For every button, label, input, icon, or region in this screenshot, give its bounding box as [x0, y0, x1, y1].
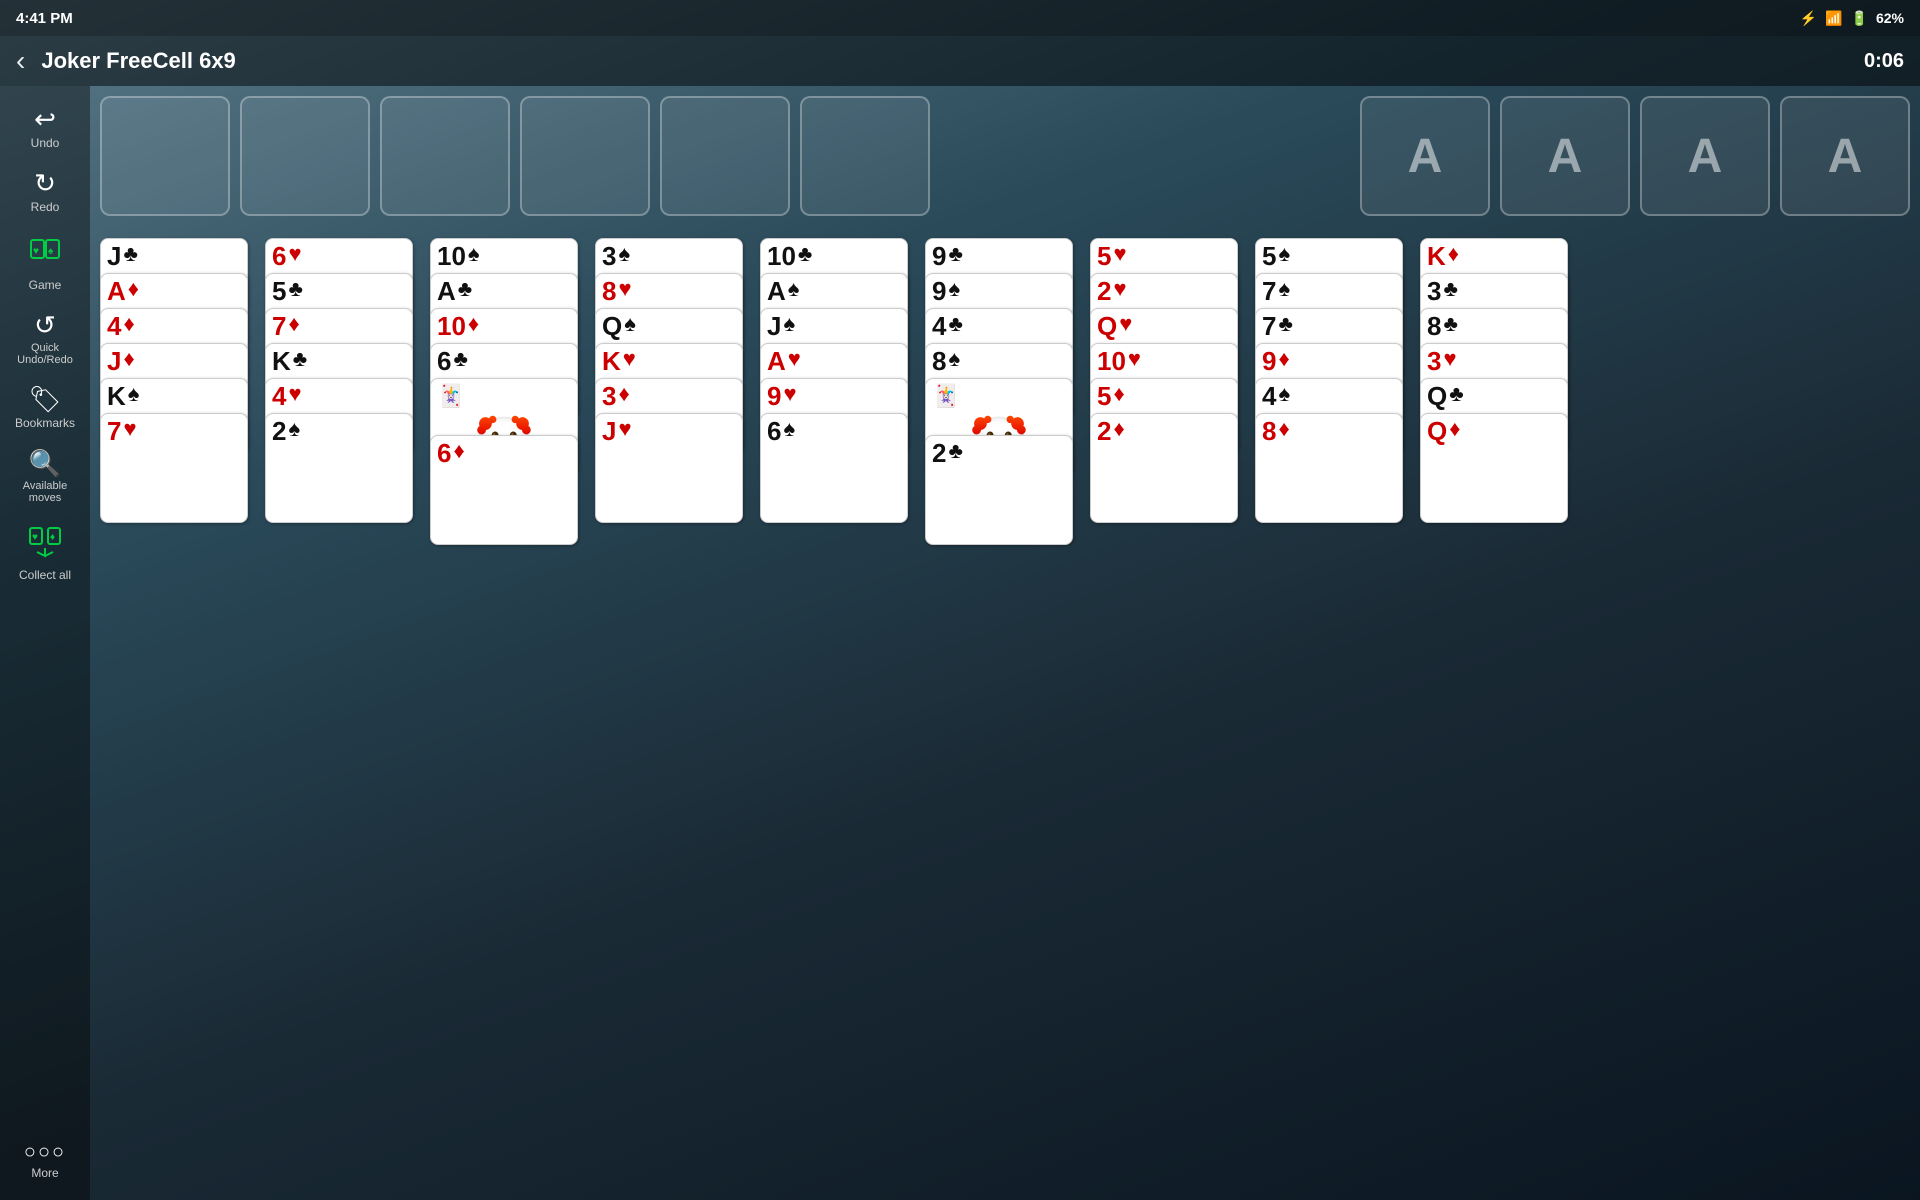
foundation-1[interactable]: A — [1360, 96, 1490, 216]
column-2[interactable]: 6 ♥ 5 ♣ 7 ♦ K ♣ 4 ♥ — [265, 238, 420, 545]
column-8[interactable]: 5 ♠ 7 ♠ 7 ♣ 9 ♦ 4 ♠ — [1255, 238, 1410, 545]
quick-undo-icon: ↺ — [34, 312, 56, 338]
svg-text:♦: ♦ — [50, 532, 55, 543]
column-4[interactable]: 3 ♠ 8 ♥ Q ♠ K ♥ 3 ♦ — [595, 238, 750, 545]
redo-icon: ↻ — [34, 170, 56, 196]
signal-icon: 📶 — [1825, 10, 1842, 27]
sidebar-item-collect-all[interactable]: ♥ ♦ Collect all — [5, 514, 85, 592]
status-time: 4:41 PM — [16, 10, 73, 27]
foundation-4[interactable]: A — [1780, 96, 1910, 216]
column-7[interactable]: 5 ♥ 2 ♥ Q ♥ 10 ♥ 5 ♦ — [1090, 238, 1245, 545]
free-cell-3[interactable] — [380, 96, 510, 216]
top-row: A A A A — [100, 96, 1910, 226]
svg-text:♥: ♥ — [33, 246, 39, 257]
foundation-2[interactable]: A — [1500, 96, 1630, 216]
collect-all-icon: ♥ ♦ — [27, 524, 63, 564]
playing-card[interactable]: 2 ♦ — [1090, 413, 1238, 523]
game-icon: ♥ ♠ — [27, 234, 63, 274]
free-cell-4[interactable] — [520, 96, 650, 216]
back-button[interactable]: ‹ — [16, 45, 25, 77]
sidebar-item-game[interactable]: ♥ ♠ Game — [5, 224, 85, 302]
undo-icon: ↩ — [34, 106, 56, 132]
playing-card[interactable]: 2 ♣ — [925, 435, 1073, 545]
sidebar-item-quick-undo[interactable]: ↺ Quick Undo/Redo — [5, 302, 85, 376]
available-moves-icon: 🔍 — [29, 450, 61, 476]
free-cell-6[interactable] — [800, 96, 930, 216]
bluetooth-icon: ⚡ — [1800, 10, 1817, 27]
game-timer: 0:06 — [1864, 50, 1904, 73]
playing-card[interactable]: 8 ♦ — [1255, 413, 1403, 523]
free-cell-1[interactable] — [100, 96, 230, 216]
foundation-3[interactable]: A — [1640, 96, 1770, 216]
title-bar: ‹ Joker FreeCell 6x9 0:06 — [0, 36, 1920, 86]
column-3[interactable]: 10 ♠ A ♣ 10 ♦ 6 ♣ 🃏 — [430, 238, 585, 545]
game-title: Joker FreeCell 6x9 — [41, 48, 1864, 74]
quick-undo-label: Quick Undo/Redo — [9, 342, 81, 366]
playing-card[interactable]: 7 ♥ — [100, 413, 248, 523]
more-icon: ○○○ — [24, 1142, 66, 1162]
column-9[interactable]: K ♦ 3 ♣ 8 ♣ 3 ♥ Q ♣ — [1420, 238, 1575, 545]
column-6[interactable]: 9 ♣ 9 ♠ 4 ♣ 8 ♠ 🃏 — [925, 238, 1080, 545]
free-cell-2[interactable] — [240, 96, 370, 216]
playing-columns: J ♣ A ♦ 4 ♦ J ♦ K ♠ — [100, 238, 1910, 545]
playing-card[interactable]: 2 ♠ — [265, 413, 413, 523]
playing-card[interactable]: Q ♦ — [1420, 413, 1568, 523]
redo-label: Redo — [31, 200, 60, 214]
sidebar-item-redo[interactable]: ↻ Redo — [5, 160, 85, 224]
bookmarks-label: Bookmarks — [15, 416, 75, 430]
bookmarks-icon: 🏷 — [28, 386, 61, 412]
more-label: More — [31, 1166, 58, 1180]
undo-label: Undo — [31, 136, 60, 150]
sidebar-item-available-moves[interactable]: 🔍 Available moves — [5, 440, 85, 514]
game-label: Game — [29, 278, 62, 292]
battery-percent: 62% — [1876, 10, 1904, 26]
sidebar-item-more[interactable]: ○○○ More — [5, 1132, 85, 1190]
sidebar-item-undo[interactable]: ↩ Undo — [5, 96, 85, 160]
svg-text:♥: ♥ — [32, 532, 38, 543]
game-area: A A A A J ♣ A ♦ 4 ♦ J ♦ — [90, 86, 1920, 1200]
sidebar: ↩ Undo ↻ Redo ♥ ♠ Game ↺ Quick Undo/Redo… — [0, 86, 90, 1200]
sidebar-item-bookmarks[interactable]: 🏷 Bookmarks — [5, 376, 85, 440]
playing-card[interactable]: J ♥ — [595, 413, 743, 523]
battery-icon: 🔋 — [1851, 10, 1868, 27]
collect-all-label: Collect all — [19, 568, 71, 582]
playing-card[interactable]: 6 ♦ — [430, 435, 578, 545]
status-bar: 4:41 PM ⚡ 📶 🔋 62% — [0, 0, 1920, 36]
svg-text:♠: ♠ — [48, 246, 54, 257]
column-1[interactable]: J ♣ A ♦ 4 ♦ J ♦ K ♠ — [100, 238, 255, 545]
available-moves-label: Available moves — [9, 480, 81, 504]
playing-card[interactable]: 6 ♠ — [760, 413, 908, 523]
free-cell-5[interactable] — [660, 96, 790, 216]
column-5[interactable]: 10 ♣ A ♠ J ♠ A ♥ 9 ♥ — [760, 238, 915, 545]
